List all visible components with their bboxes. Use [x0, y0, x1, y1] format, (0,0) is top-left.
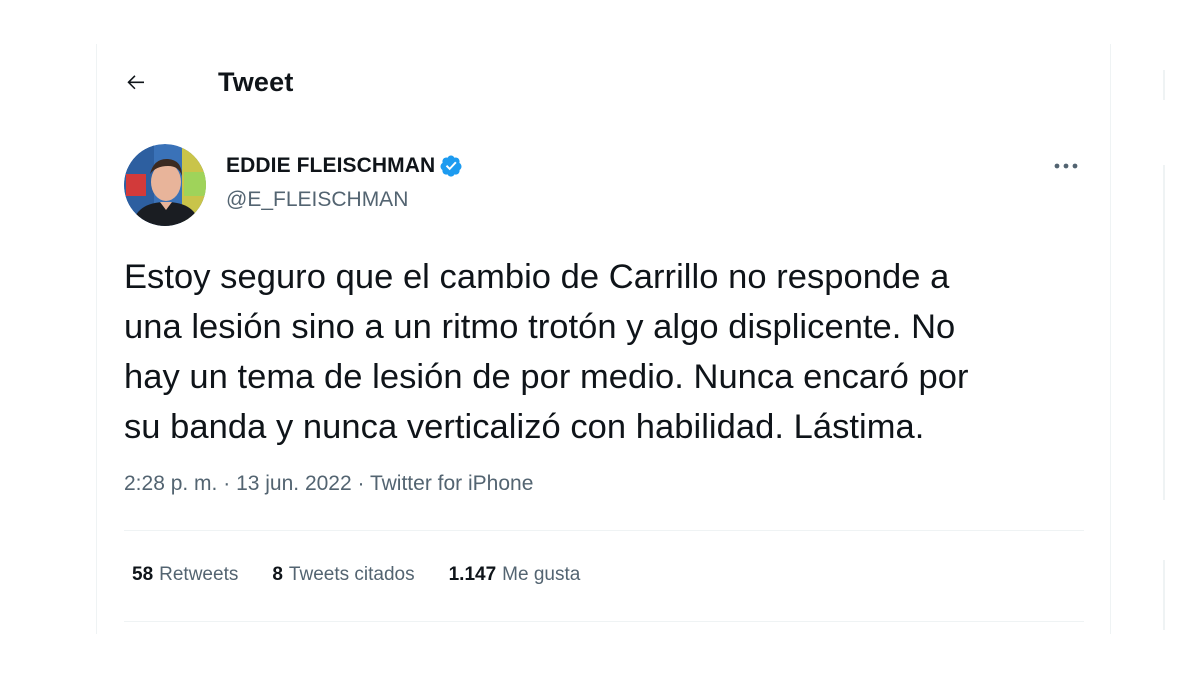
- quote-tweets-count: 8: [272, 564, 283, 585]
- author-display-name[interactable]: EDDIE FLEISCHMAN: [226, 154, 435, 178]
- sidebar-edge: [1163, 560, 1165, 630]
- likes-count: 1.147: [448, 564, 497, 585]
- back-button[interactable]: [124, 64, 160, 100]
- tweet-page: Tweet EDDIE FLEISCHMAN @E_FLEISCHMAN Est…: [0, 0, 1200, 683]
- quote-tweets-stat[interactable]: 8 Tweets citados: [272, 564, 414, 586]
- column-border-right: [1110, 44, 1111, 634]
- avatar-image: [124, 144, 206, 226]
- likes-label: Me gusta: [502, 564, 581, 585]
- tweet-text: Estoy seguro que el cambio de Carrillo n…: [124, 252, 1104, 452]
- sidebar-edge: [1163, 70, 1165, 100]
- meta-separator: ·: [223, 472, 237, 495]
- arrow-left-icon: [127, 75, 144, 90]
- tweet-author: EDDIE FLEISCHMAN @E_FLEISCHMAN: [124, 144, 1084, 228]
- meta-separator: ·: [357, 472, 370, 495]
- retweets-label: Retweets: [159, 564, 239, 585]
- tweet-source[interactable]: Twitter for iPhone: [370, 472, 533, 495]
- tweet-text-line: una lesión sino a un ritmo trotón y algo…: [124, 308, 956, 346]
- page-title: Tweet: [218, 66, 294, 97]
- name-line: EDDIE FLEISCHMAN: [226, 154, 463, 178]
- likes-stat[interactable]: 1.147 Me gusta: [449, 564, 581, 586]
- tweet-text-line: hay un tema de lesión de por medio. Nunc…: [124, 358, 969, 396]
- page-header: Tweet: [124, 60, 294, 104]
- more-horizontal-icon: [1054, 163, 1078, 169]
- divider: [124, 530, 1084, 531]
- tweet-meta: 2:28 p. m. · 13 jun. 2022 · Twitter for …: [124, 472, 533, 496]
- retweets-stat[interactable]: 58 Retweets: [132, 564, 238, 586]
- avatar[interactable]: [124, 144, 206, 226]
- verified-badge-icon: [440, 155, 462, 177]
- quote-tweets-label: Tweets citados: [288, 564, 415, 585]
- divider: [124, 621, 1084, 622]
- retweets-count: 58: [132, 564, 154, 585]
- tweet-stats: 58 Retweets 8 Tweets citados 1.147 Me gu…: [132, 564, 614, 586]
- column-border-left: [96, 44, 97, 634]
- author-handle[interactable]: @E_FLEISCHMAN: [226, 188, 408, 212]
- more-options-button[interactable]: [1048, 152, 1084, 180]
- tweet-text-line: Estoy seguro que el cambio de Carrillo n…: [124, 258, 950, 296]
- tweet-date[interactable]: 13 jun. 2022: [236, 472, 352, 495]
- tweet-text-line: su banda y nunca verticalizó con habilid…: [124, 408, 925, 446]
- sidebar-edge: [1163, 165, 1165, 500]
- tweet-time[interactable]: 2:28 p. m.: [124, 472, 217, 495]
